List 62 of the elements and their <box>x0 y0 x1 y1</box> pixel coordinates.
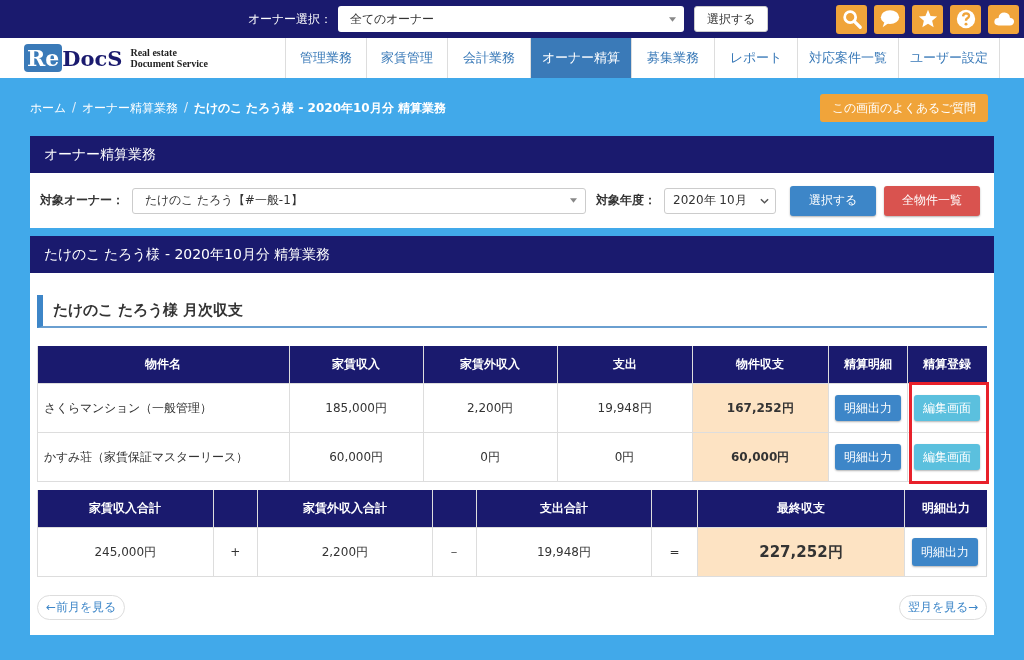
equals-sign: = <box>651 527 698 577</box>
table-cell: 60,000円 <box>289 432 424 482</box>
owner-select[interactable]: たけのこ たろう【#一般-1】 <box>132 187 586 214</box>
year-select[interactable]: 2020年 10月 <box>664 187 776 214</box>
next-month-button[interactable]: 翌月を見る→ <box>898 595 987 620</box>
breadcrumb-item[interactable]: ホーム <box>30 99 66 117</box>
table-cell: 167,252円 <box>692 383 829 433</box>
table-cell: 0円 <box>423 432 558 482</box>
logo-mark: Re <box>24 44 63 72</box>
logo-tagline: Document Service <box>130 58 208 69</box>
year-label: 対象年度： <box>596 192 656 209</box>
logo-name: DocS <box>62 45 123 71</box>
nav-tab[interactable]: ユーザー設定 <box>898 38 1000 78</box>
select-button[interactable]: 選択する <box>694 6 768 32</box>
table-cell: 2,200円 <box>423 383 558 433</box>
breadcrumb-separator: / <box>72 99 77 116</box>
breadcrumb-separator: / <box>184 99 189 116</box>
column-header: 家賃外収入 <box>423 346 558 384</box>
table-cell: 245,000円 <box>37 527 214 577</box>
column-header: 精算明細 <box>828 346 908 384</box>
column-header: 物件収支 <box>692 346 829 384</box>
column-header: 物件名 <box>37 346 290 384</box>
column-header: 最終収支 <box>697 490 905 528</box>
select-button[interactable]: 選択する <box>790 185 876 216</box>
table-cell: 19,948円 <box>476 527 652 577</box>
nav-tab[interactable]: 対応案件一覧 <box>797 38 898 78</box>
column-header: 家賃収入合計 <box>37 490 214 528</box>
nav-tab[interactable]: 募集業務 <box>631 38 714 78</box>
panel-title: たけのこ たろう様 - 2020年10月分 精算業務 <box>30 236 994 273</box>
column-header: 支出合計 <box>476 490 652 528</box>
detail-output-button[interactable]: 明細出力 <box>912 538 979 566</box>
table-cell: 227,252円 <box>697 527 905 577</box>
nav-tab[interactable]: 管理業務 <box>285 38 366 78</box>
nav-tab[interactable]: 家賃管理 <box>366 38 447 78</box>
minus-sign: － <box>432 527 477 577</box>
breadcrumb-item: たけのこ たろう様 - 2020年10月分 精算業務 <box>194 99 446 117</box>
table-cell: 19,948円 <box>557 383 693 433</box>
plus-sign: + <box>213 527 258 577</box>
owner-select[interactable]: 全てのオーナー <box>338 6 684 32</box>
column-header: 明細出力 <box>904 490 987 528</box>
column-header: 家賃収入 <box>289 346 424 384</box>
table-cell: 2,200円 <box>257 527 433 577</box>
column-header: 支出 <box>557 346 693 384</box>
table-cell: 60,000円 <box>692 432 829 482</box>
table-cell: さくらマンション（一般管理） <box>37 383 290 433</box>
breadcrumb-item[interactable]: オーナー精算業務 <box>82 99 179 117</box>
all-properties-button[interactable]: 全物件一覧 <box>884 185 980 216</box>
panel-title: オーナー精算業務 <box>30 136 994 173</box>
detail-output-button[interactable]: 明細出力 <box>834 444 901 470</box>
section-heading: たけのこ たろう様 月次収支 <box>37 295 987 328</box>
logo-tagline: Real estate <box>130 47 178 58</box>
previous-month-button[interactable]: ←前月を見る <box>37 595 126 620</box>
column-header: 家賃外収入合計 <box>257 490 433 528</box>
table-cell: かすみ荘（家賃保証マスターリース） <box>37 432 290 482</box>
table-cell: 185,000円 <box>289 383 424 433</box>
nav-tab[interactable]: レポート <box>714 38 797 78</box>
owner-select-label: オーナー選択： <box>248 10 332 28</box>
column-header: 精算登録 <box>907 346 987 384</box>
owner-label: 対象オーナー： <box>40 192 124 209</box>
table-cell: 0円 <box>557 432 693 482</box>
detail-output-button[interactable]: 明細出力 <box>834 395 901 421</box>
nav-tab[interactable]: オーナー精算 <box>530 38 631 78</box>
